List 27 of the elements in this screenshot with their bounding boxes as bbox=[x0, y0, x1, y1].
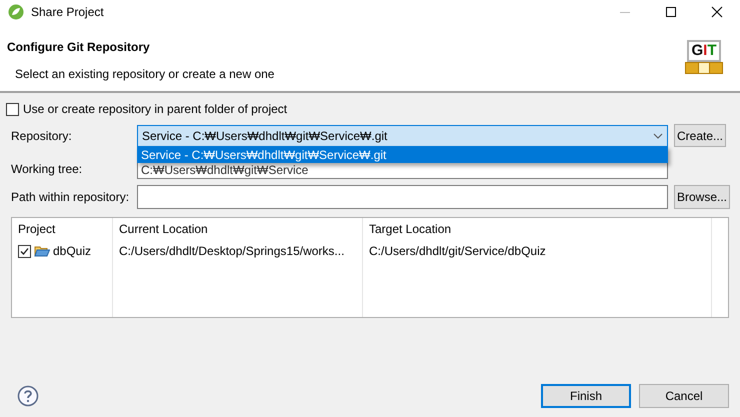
table-cell-text: dbQuiz bbox=[53, 243, 92, 260]
dropdown-option[interactable]: Service - C:₩Users₩dhdlt₩git₩Service₩.git bbox=[137, 146, 668, 163]
git-logo: GIT bbox=[684, 40, 724, 78]
dialog-button[interactable]: Cancel bbox=[639, 384, 729, 408]
checkbox-label: Use or create repository in parent folder of project bbox=[23, 101, 288, 118]
folder-icon bbox=[34, 244, 50, 258]
page-title: Configure Git Repository bbox=[7, 39, 151, 56]
field-label: Path within repository: bbox=[11, 189, 130, 206]
column-header[interactable]: Current Location bbox=[113, 218, 363, 240]
column-header[interactable]: Target Location bbox=[363, 218, 711, 240]
field-label: Working tree: bbox=[11, 161, 84, 178]
checkbox[interactable] bbox=[6, 102, 19, 116]
create-button[interactable]: Create... bbox=[674, 124, 726, 147]
column-header[interactable]: Project bbox=[12, 218, 113, 240]
table-cell-text: C:/Users/dhdlt/git/Service/dbQuiz bbox=[368, 243, 547, 260]
field-label: Repository: bbox=[11, 128, 73, 144]
browse-button[interactable]: Browse... bbox=[674, 185, 730, 209]
path-field[interactable] bbox=[137, 185, 668, 209]
table-cell: C:/Users/dhdlt/Desktop/Springs15/works... bbox=[113, 240, 363, 262]
dialog-button[interactable]: Finish bbox=[541, 384, 631, 408]
row-checkbox[interactable] bbox=[18, 244, 31, 258]
repository-dropdown[interactable]: Service - C:₩Users₩dhdlt₩git₩Service₩.git bbox=[137, 124, 668, 146]
leaf-icon bbox=[8, 4, 24, 20]
help-icon[interactable] bbox=[17, 385, 39, 407]
page-description: Select an existing repository or create a new one bbox=[15, 66, 274, 83]
chevron-icon bbox=[653, 132, 663, 138]
window-title: Share Project bbox=[31, 4, 104, 21]
